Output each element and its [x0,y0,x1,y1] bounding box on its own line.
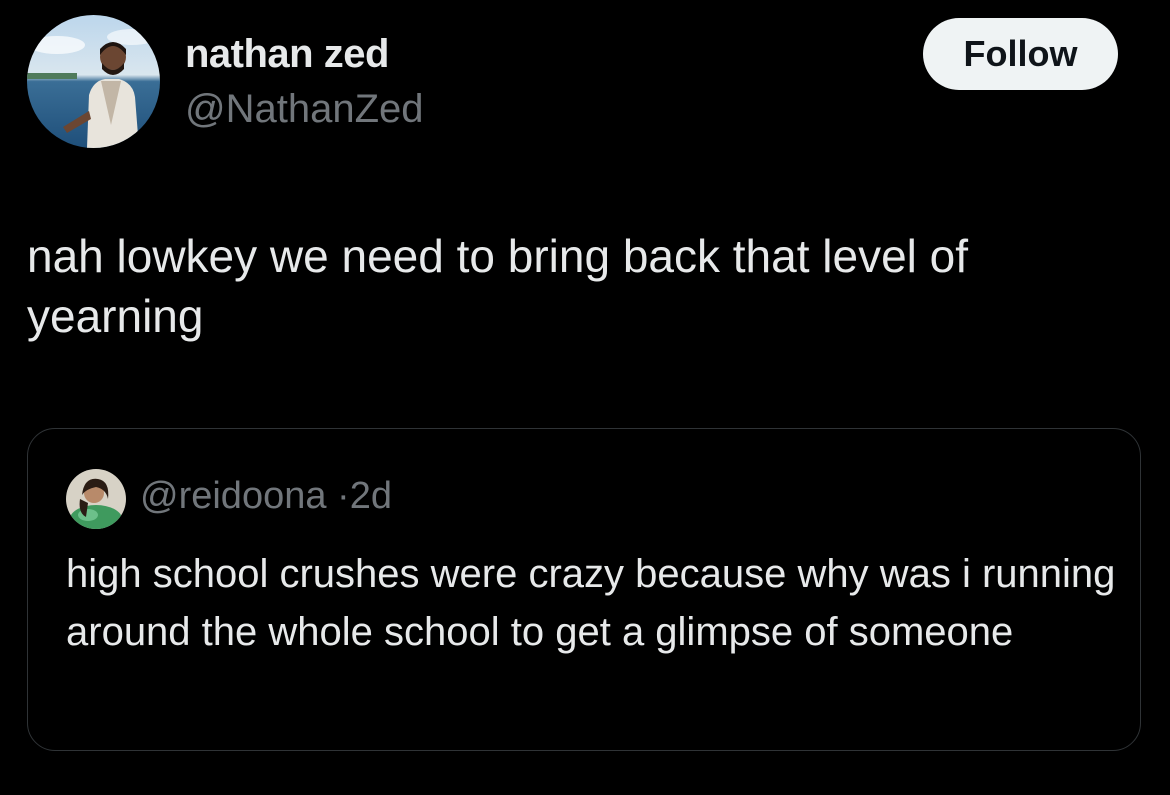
author-handle[interactable]: @NathanZed [185,87,424,132]
quoted-tweet-meta: @reidoona ·2d [140,475,392,518]
follow-button[interactable]: Follow [923,18,1118,90]
quoted-author-avatar[interactable] [66,469,126,529]
quoted-author-handle[interactable]: @reidoona [140,475,326,517]
quoted-tweet-time[interactable]: 2d [350,475,392,517]
author-display-name[interactable]: nathan zed [185,32,389,77]
profile-photo-icon [66,469,126,529]
quoted-tweet-card[interactable]: @reidoona ·2d high school crushes were c… [27,428,1141,751]
meta-separator: · [337,475,350,517]
tweet-text: nah lowkey we need to bring back that le… [27,230,969,342]
quoted-tweet-text: high school crushes were crazy because w… [66,552,1116,654]
author-avatar[interactable] [27,15,160,148]
profile-photo-icon [27,15,160,148]
